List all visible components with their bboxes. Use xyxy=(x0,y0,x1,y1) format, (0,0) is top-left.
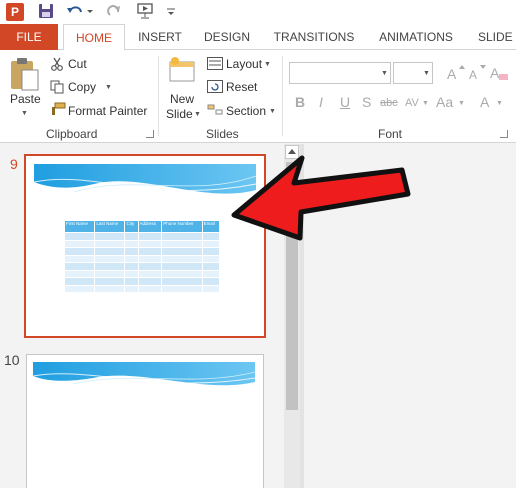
layout-dropdown-icon[interactable]: ▼ xyxy=(264,61,271,68)
svg-text:A: A xyxy=(490,65,500,81)
group-separator xyxy=(158,56,159,136)
paste-icon[interactable] xyxy=(8,56,42,91)
customize-toolbar-icon[interactable] xyxy=(166,3,176,21)
table-header-cell: Email xyxy=(201,220,221,233)
table-row xyxy=(63,247,221,256)
start-slideshow-icon[interactable] xyxy=(136,3,158,21)
tab-transitions[interactable]: TRANSITIONS xyxy=(272,24,356,50)
svg-text:A: A xyxy=(469,68,477,82)
font-group-label: Font xyxy=(378,127,403,141)
strikethrough-button[interactable]: abc xyxy=(380,97,398,109)
paste-button[interactable]: Paste xyxy=(10,92,41,106)
group-separator xyxy=(282,56,283,136)
slide-header-wave xyxy=(34,164,257,194)
scroll-up-button[interactable] xyxy=(285,145,299,159)
slide-thumbnail-10[interactable] xyxy=(26,354,264,488)
save-icon[interactable] xyxy=(38,3,54,21)
clipboard-launcher-icon[interactable] xyxy=(146,130,154,138)
tab-file[interactable]: FILE xyxy=(0,24,58,50)
undo-icon[interactable] xyxy=(66,3,94,21)
table-header-cell: Address xyxy=(137,220,163,233)
font-size-combobox[interactable]: ▼ xyxy=(393,62,433,84)
text-shadow-button[interactable]: S xyxy=(362,94,371,110)
section-icon xyxy=(207,103,223,116)
layout-icon xyxy=(207,57,223,70)
cut-button[interactable]: Cut xyxy=(68,57,87,71)
clear-formatting-icon[interactable]: A xyxy=(488,63,510,83)
redo-icon[interactable] xyxy=(106,3,122,21)
reset-button[interactable]: Reset xyxy=(226,80,257,94)
cut-icon xyxy=(50,57,64,71)
font-color-dropdown-icon[interactable]: ▼ xyxy=(496,100,503,107)
section-button[interactable]: Section xyxy=(226,104,266,118)
table-row xyxy=(63,269,221,278)
change-case-dropdown-icon[interactable]: ▼ xyxy=(458,100,465,107)
new-slide-dropdown-icon[interactable]: ▼ xyxy=(194,111,201,118)
font-launcher-icon[interactable] xyxy=(500,130,508,138)
slide-header-wave xyxy=(33,362,256,386)
reset-icon xyxy=(207,80,223,93)
clipboard-group-label: Clipboard xyxy=(46,127,98,141)
slides-group-label: Slides xyxy=(206,127,239,141)
table-row xyxy=(63,277,221,286)
shrink-font-icon[interactable]: A xyxy=(468,64,488,82)
italic-button[interactable]: I xyxy=(319,94,323,110)
new-slide-button-line2[interactable]: Slide xyxy=(166,107,193,121)
scrollbar-thumb[interactable] xyxy=(286,162,298,410)
tab-insert[interactable]: INSERT xyxy=(136,24,184,50)
thumbnail-scrollbar[interactable] xyxy=(284,144,300,488)
table-row xyxy=(63,232,221,241)
character-spacing-button[interactable]: AV xyxy=(405,97,419,109)
grow-font-icon[interactable]: A xyxy=(446,64,466,82)
quick-access-toolbar: P xyxy=(0,0,516,24)
bold-button[interactable]: B xyxy=(295,94,305,110)
table-header-cell: Last Name xyxy=(94,220,126,233)
format-painter-icon xyxy=(50,102,66,116)
font-color-button[interactable]: A xyxy=(480,94,489,110)
table-row xyxy=(63,284,221,293)
slide-editing-area[interactable] xyxy=(304,144,516,488)
character-spacing-dropdown-icon[interactable]: ▼ xyxy=(422,100,429,107)
layout-button[interactable]: Layout xyxy=(226,57,262,71)
format-painter-button[interactable]: Format Painter xyxy=(68,104,147,118)
tab-design[interactable]: DESIGN xyxy=(200,24,254,50)
tab-animations[interactable]: ANIMATIONS xyxy=(374,24,458,50)
copy-button[interactable]: Copy xyxy=(68,80,96,94)
copy-icon xyxy=(50,80,64,94)
table-row xyxy=(63,239,221,248)
table-header-cell: City xyxy=(124,220,139,233)
ribbon-home: Paste ▼ Cut Copy ▼ Format Painter Clipbo… xyxy=(0,50,516,143)
svg-text:A: A xyxy=(447,66,457,82)
font-name-combobox[interactable]: ▼ xyxy=(289,62,391,84)
tab-slide-show[interactable]: SLIDE S xyxy=(478,24,516,50)
section-dropdown-icon[interactable]: ▼ xyxy=(269,108,276,115)
table-row xyxy=(63,262,221,271)
powerpoint-window: P FILE HOME INSERT DESIGN TRANSITIONS AN… xyxy=(0,0,516,488)
change-case-button[interactable]: Aa xyxy=(436,94,453,110)
slide-number: 10 xyxy=(4,352,20,368)
new-slide-button[interactable]: New xyxy=(170,92,194,106)
tab-home[interactable]: HOME xyxy=(63,24,125,51)
slide-thumbnail-9[interactable]: First Name Last Name City Address Phone … xyxy=(24,154,266,338)
powerpoint-logo-icon: P xyxy=(6,3,24,21)
slide-number: 9 xyxy=(10,156,18,172)
slide-table: First Name Last Name City Address Phone … xyxy=(63,220,221,293)
ribbon-tabs: FILE HOME INSERT DESIGN TRANSITIONS ANIM… xyxy=(0,24,516,51)
new-slide-icon[interactable] xyxy=(167,56,197,86)
slide-thumbnail-pane: 9 First Name Last Name City Address Phon… xyxy=(0,144,284,488)
table-row xyxy=(63,254,221,263)
underline-button[interactable]: U xyxy=(340,94,350,110)
table-header-cell: First Name xyxy=(63,220,96,233)
table-header-cell: Phone Number xyxy=(161,220,203,233)
paste-dropdown-icon[interactable]: ▼ xyxy=(21,110,28,117)
copy-dropdown-icon[interactable]: ▼ xyxy=(105,84,112,91)
